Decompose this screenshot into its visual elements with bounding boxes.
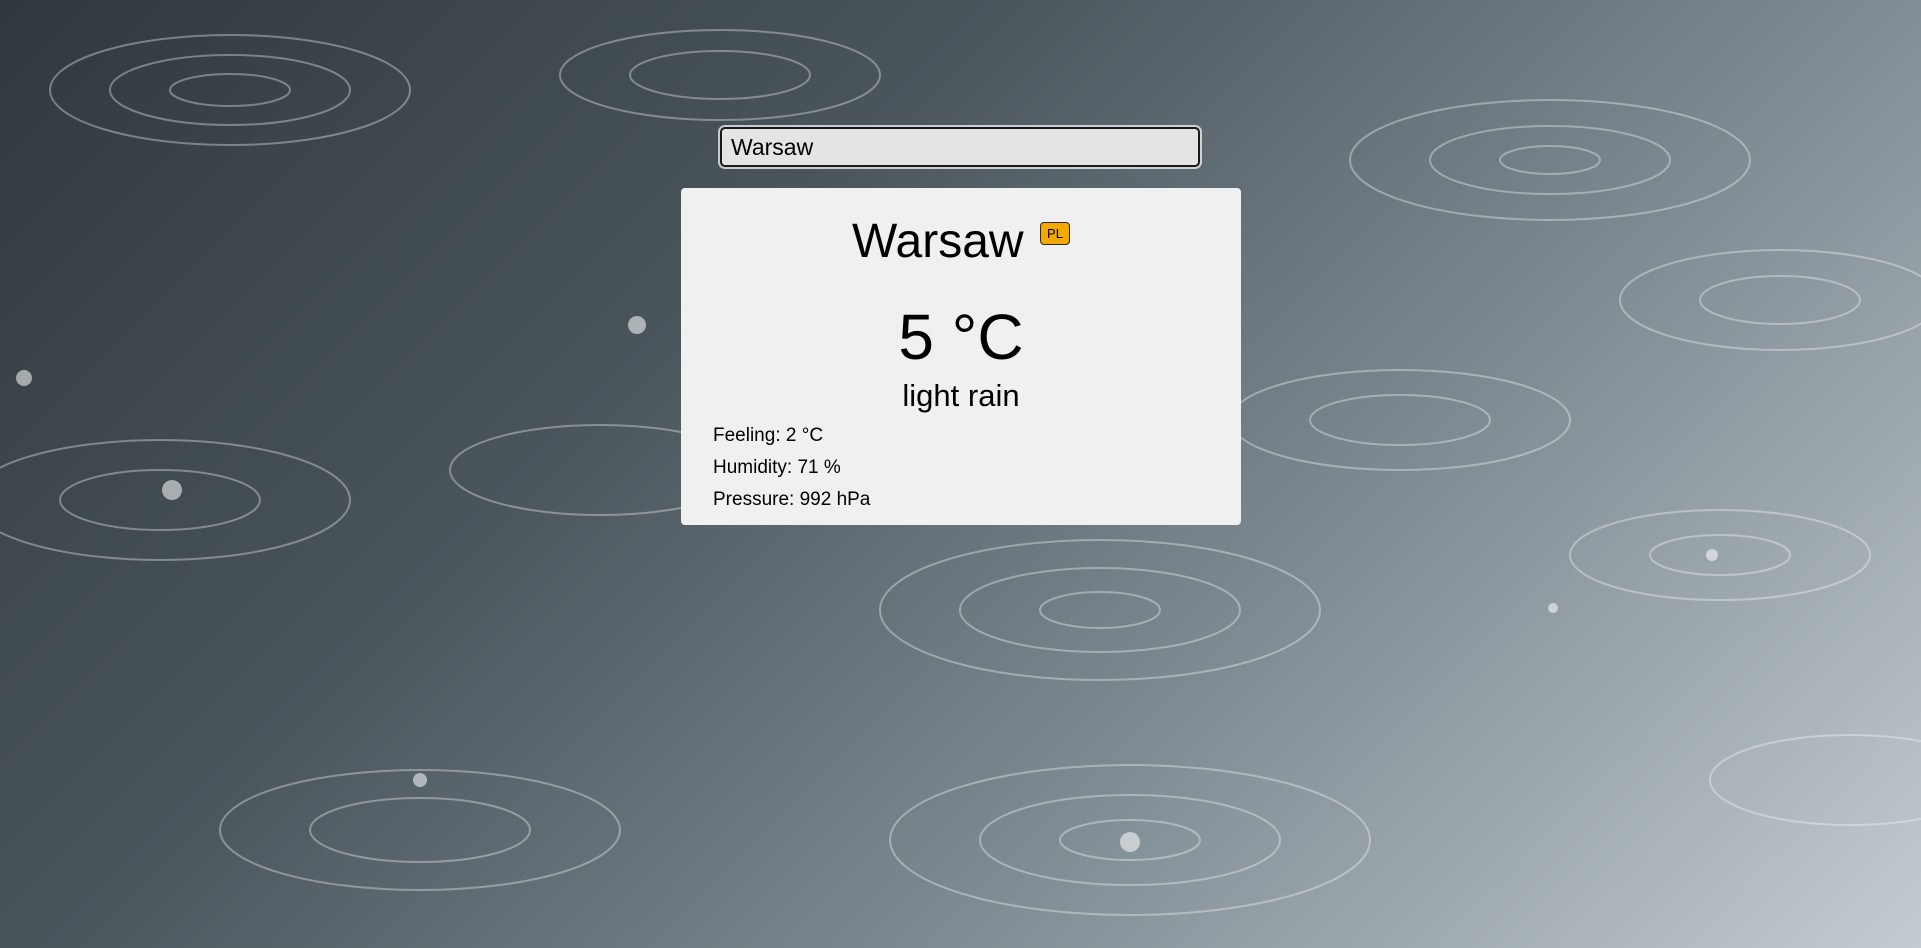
- weather-card: Warsaw PL 5 °C light rain Feeling: 2 °C …: [681, 188, 1241, 525]
- humidity-detail: Humidity: 71 %: [713, 457, 841, 478]
- temperature-value: 5 °C: [898, 301, 1024, 373]
- weather-details: Feeling: 2 °C Humidity: 71 % Pressure: 9…: [713, 420, 870, 516]
- city-search-input[interactable]: [720, 127, 1200, 167]
- city-header: Warsaw PL: [681, 214, 1241, 269]
- pressure-detail: Pressure: 992 hPa: [713, 489, 871, 510]
- city-name: Warsaw: [852, 215, 1024, 268]
- country-badge: PL: [1040, 222, 1070, 245]
- feeling-detail: Feeling: 2 °C: [713, 425, 824, 446]
- weather-description: light rain: [902, 378, 1020, 413]
